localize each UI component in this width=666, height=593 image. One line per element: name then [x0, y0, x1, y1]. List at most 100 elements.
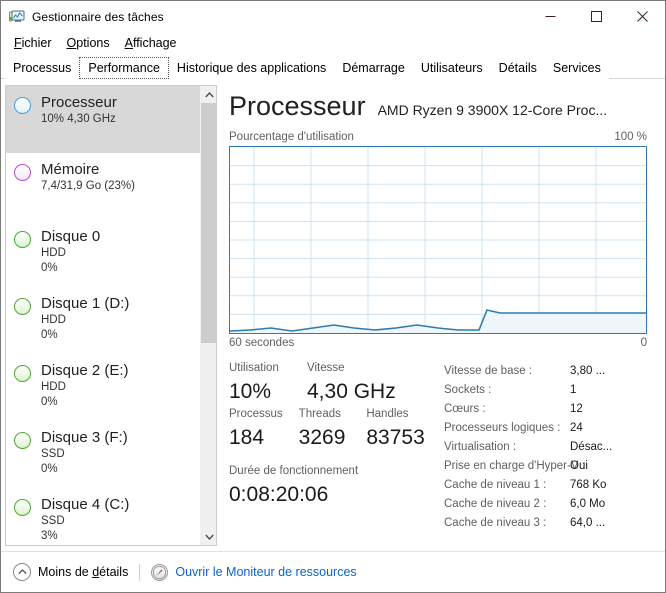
graph-gridlines: [230, 147, 646, 333]
open-resource-monitor-link[interactable]: Ouvrir le Moniteur de ressources: [151, 563, 357, 581]
sidebar-item-title: Disque 1 (D:): [41, 295, 130, 312]
less-details-label: Moins de détails: [38, 565, 129, 579]
detail-row: Cache de niveau 3 : 64,0 ...: [444, 514, 659, 533]
resource-sidebar: Processeur 10% 4,30 GHz Mémoire 7,4/31,9…: [5, 85, 217, 546]
sidebar-item-sub2: 3%: [41, 530, 58, 542]
title-bar: Gestionnaire des tâches: [1, 1, 665, 32]
scroll-up-icon[interactable]: [201, 86, 216, 103]
less-details-button[interactable]: Moins de détails: [13, 563, 128, 581]
sidebar-item-sub2: 0%: [41, 262, 58, 274]
disk-graph-icon: [14, 231, 31, 248]
sidebar-item-disque-3[interactable]: Disque 3 (F:) SSD 0%: [6, 421, 201, 488]
detail-row: Cache de niveau 2 : 6,0 Mo: [444, 495, 659, 514]
memory-graph-icon: [14, 164, 31, 181]
scrollbar-thumb[interactable]: [201, 103, 216, 343]
detail-row: Processeurs logiques : 24: [444, 419, 659, 438]
stat-vitesse-value: 4,30 GHz: [307, 380, 396, 403]
sidebar-item-sub2: 0%: [41, 396, 58, 408]
tab-utilisateurs[interactable]: Utilisateurs: [412, 58, 491, 79]
stat-processus-value: 184: [229, 426, 265, 449]
tab-details[interactable]: Détails: [490, 58, 545, 79]
sidebar-item-title: Disque 2 (E:): [41, 362, 129, 379]
window-title: Gestionnaire des tâches: [32, 9, 164, 24]
tab-processus[interactable]: Processus: [5, 58, 80, 79]
resource-monitor-label: Ouvrir le Moniteur de ressources: [175, 565, 357, 579]
stats-area: Utilisation 10% Vitesse 4,30 GHz Process…: [229, 360, 661, 533]
stat-handles: Handles 83753: [366, 406, 444, 452]
sidebar-item-disque-0[interactable]: Disque 0 HDD 0%: [6, 220, 201, 287]
detail-value: 6,0 Mo: [570, 498, 606, 510]
cpu-graph-icon: [14, 97, 31, 114]
menu-item-affichage[interactable]: Affichage: [119, 35, 186, 51]
detail-value: Désac...: [570, 441, 613, 453]
disk-graph-icon: [14, 432, 31, 449]
disk-graph-icon: [14, 298, 31, 315]
stat-processus-label: Processus: [229, 408, 283, 420]
sidebar-item-disque-2[interactable]: Disque 2 (E:) HDD 0%: [6, 354, 201, 421]
resource-list: Processeur 10% 4,30 GHz Mémoire 7,4/31,9…: [6, 86, 201, 545]
graph-time-span: 60 secondes: [229, 337, 295, 349]
sidebar-item-sub1: 10% 4,30 GHz: [41, 113, 116, 125]
sidebar-item-title: Processeur: [41, 94, 117, 111]
tab-services[interactable]: Services: [544, 58, 609, 79]
minimize-button[interactable]: [527, 1, 573, 32]
stat-threads: Threads 3269: [299, 406, 367, 452]
sidebar-item-title: Disque 3 (F:): [41, 429, 128, 446]
stat-utilisation: Utilisation 10%: [229, 360, 307, 406]
sidebar-item-sub1: SSD: [41, 448, 65, 460]
detail-value: 64,0 ...: [570, 517, 606, 529]
sidebar-item-sub1: 7,4/31,9 Go (23%): [41, 180, 135, 192]
sidebar-item-processeur[interactable]: Processeur 10% 4,30 GHz: [6, 86, 201, 153]
detail-row: Prise en charge d'Hyper-V : Oui: [444, 457, 659, 476]
stat-handles-value: 83753: [366, 426, 425, 449]
menu-item-options[interactable]: Options: [61, 35, 119, 51]
close-button[interactable]: [619, 1, 665, 32]
status-bar: Moins de détails Ouvrir le Moniteur de r…: [1, 551, 665, 592]
sidebar-item-memoire[interactable]: Mémoire 7,4/31,9 Go (23%): [6, 153, 201, 220]
panel-header: Processeur AMD Ryzen 9 3900X 12-Core Pro…: [229, 90, 661, 122]
detail-row: Cache de niveau 1 : 768 Ko: [444, 476, 659, 495]
detail-row: Sockets : 1: [444, 381, 659, 400]
detail-value: 1: [570, 384, 577, 396]
tab-historique-des-applications[interactable]: Historique des applications: [168, 58, 335, 79]
task-manager-icon: [9, 9, 25, 25]
detail-row: Vitesse de base : 3,80 ...: [444, 362, 659, 381]
graph-footer: 60 secondes 0: [229, 337, 647, 349]
stat-threads-value: 3269: [298, 426, 346, 449]
maximize-button[interactable]: [573, 1, 619, 32]
tab-demarrage[interactable]: Démarrage: [334, 58, 413, 79]
graph-y-max: 100 %: [614, 131, 647, 143]
detail-label: Processeurs logiques :: [444, 422, 561, 434]
detail-value: Oui: [570, 460, 588, 472]
resource-monitor-icon: [151, 563, 169, 581]
sidebar-item-sub2: 0%: [41, 329, 58, 341]
sidebar-item-disque-4[interactable]: Disque 4 (C:) SSD 3%: [6, 488, 201, 545]
cpu-model-label: AMD Ryzen 9 3900X 12-Core Proc...: [377, 102, 608, 118]
cpu-usage-graph[interactable]: [229, 146, 647, 334]
scroll-down-icon[interactable]: [201, 528, 216, 545]
sidebar-item-disque-1[interactable]: Disque 1 (D:) HDD 0%: [6, 287, 201, 354]
detail-value: 12: [570, 403, 583, 415]
detail-label: Sockets :: [444, 384, 492, 396]
tab-strip: Processus Performance Historique des app…: [1, 55, 665, 79]
tab-performance[interactable]: Performance: [79, 57, 169, 79]
sidebar-scrollbar[interactable]: [200, 86, 216, 545]
stat-uptime-value: 0:08:20:06: [229, 483, 329, 506]
sidebar-item-sub1: SSD: [41, 515, 65, 527]
menu-item-fichier[interactable]: Fichier: [8, 35, 61, 51]
sidebar-item-sub2: 0%: [41, 463, 58, 475]
detail-label: Cache de niveau 3 :: [444, 517, 547, 529]
graph-caption: Pourcentage d'utilisation 100 %: [229, 131, 661, 143]
stat-uptime-label: Durée de fonctionnement: [229, 465, 359, 477]
disk-graph-icon: [14, 365, 31, 382]
detail-label: Cœurs :: [444, 403, 486, 415]
detail-label: Cache de niveau 2 :: [444, 498, 547, 510]
stat-handles-label: Handles: [366, 408, 409, 420]
menu-item-fichier-rest: ichier: [21, 36, 52, 50]
sidebar-item-sub1: HDD: [41, 247, 66, 259]
window-controls: [527, 1, 665, 32]
detail-label: Prise en charge d'Hyper-V :: [444, 460, 585, 472]
stats-primary: Utilisation 10% Vitesse 4,30 GHz Process…: [229, 360, 444, 533]
sidebar-item-title: Mémoire: [41, 161, 100, 178]
detail-value: 3,80 ...: [570, 365, 606, 377]
